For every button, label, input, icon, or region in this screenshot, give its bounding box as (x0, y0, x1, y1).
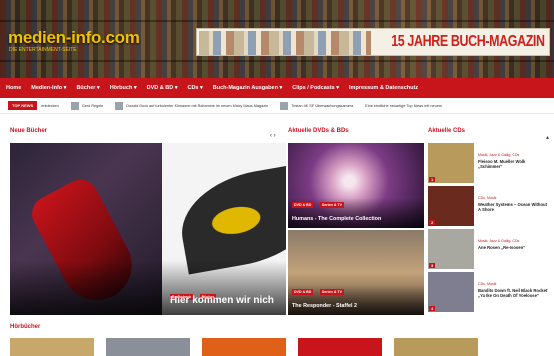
cd-cover[interactable]: 2 (428, 186, 474, 226)
cd-rank: 4 (429, 306, 436, 311)
ticker-thumbnail (70, 101, 79, 110)
section-title-audiobooks[interactable]: Hörbücher (10, 324, 40, 330)
nav-item-impressum[interactable]: Impressum & Datenschutz (349, 85, 418, 91)
dvd-title[interactable]: The Responder - Staffel 2 (292, 303, 357, 309)
shelf-line (0, 60, 554, 62)
cd-title[interactable]: Bandits Down ft. Neil Black Rocket „Ya I… (478, 288, 550, 298)
cd-rank: 2 (429, 220, 436, 225)
site-header: medien-info.com DIE ENTERTAINMENT-SEITE … (0, 0, 554, 78)
cd-info: Musik, Jazz & Gallig, CDs Ane Rosen „Re-I… (478, 229, 525, 272)
section-title-dvds[interactable]: Aktuelle DVDs & BDs (288, 128, 349, 134)
section-title-new-books[interactable]: Neue Bücher (10, 128, 47, 134)
cd-list-item[interactable]: 4 CDs, Musik Bandits Down ft. Neil Black … (428, 272, 550, 315)
shelf-line (0, 20, 554, 22)
cd-title[interactable]: Weather Systems – Ocean Without A Shore (478, 202, 550, 212)
cd-rank: 1 (429, 177, 436, 182)
nav-item-buecher[interactable]: Bücher ▾ (76, 85, 99, 91)
nav-item-hoerbuch[interactable]: Hörbuch ▾ (110, 85, 137, 91)
cd-info: Musik, Jazz & Gallig, CDs Fleisoo M. Muel… (478, 143, 550, 186)
section-title-cds[interactable]: Aktuelle CDs (428, 128, 465, 134)
cd-list-item[interactable]: 1 Musik, Jazz & Gallig, CDs Fleisoo M. Mu… (428, 143, 550, 186)
card-tags: DVD & BD Serien & TV (292, 193, 346, 211)
ticker-item-label: Gerd Regeln (81, 103, 104, 108)
nav-item-clips-podcasts[interactable]: Clips / Podcasts ▾ (292, 85, 339, 91)
cd-title[interactable]: Fleisoo M. Mueller Wolk „Schimmer“ (478, 159, 550, 169)
nav-item-buch-magazin[interactable]: Buch-Magazin Ausgaben ▾ (213, 85, 282, 91)
ticker-trailing-label: entdecken (41, 103, 59, 108)
anniversary-banner[interactable]: 15 JAHRE BUCH-MAGAZIN (196, 28, 550, 56)
cd-meta[interactable]: CDs, Musik (478, 196, 550, 200)
audiobook-cover[interactable] (10, 338, 94, 356)
audiobook-cover[interactable] (394, 338, 478, 356)
dvd-title[interactable]: Humans - The Complete Collection (292, 216, 381, 222)
ticker-item[interactable]: Gerd Regeln (70, 101, 104, 110)
hero-title[interactable]: Hier kommen wir nich (170, 295, 274, 306)
main-navigation: Home Medien-Info ▾ Bücher ▾ Hörbuch ▾ DV… (0, 78, 554, 98)
banner-covers-image (199, 31, 371, 55)
banner-text: 15 JAHRE BUCH-MAGAZIN (391, 33, 546, 50)
category-tag[interactable]: DVD & BD (292, 202, 314, 208)
hero-slide[interactable]: Buchcheck Bücher Hier kommen wir nich (10, 143, 286, 315)
cd-meta[interactable]: CDs, Musik (478, 282, 550, 286)
nav-item-dvd-bd[interactable]: DVD & BD ▾ (147, 85, 178, 91)
hero-overlay (10, 260, 286, 315)
cd-cover[interactable]: 4 (428, 272, 474, 312)
nav-item-home[interactable]: Home (6, 85, 21, 91)
site-tagline: DIE ENTERTAINMENT-SEITE (9, 47, 77, 53)
cd-meta[interactable]: Musik, Jazz & Gallig, CDs (478, 239, 525, 243)
category-tag[interactable]: Serien & TV (319, 202, 344, 208)
audiobook-cover[interactable] (202, 338, 286, 356)
cd-list-item[interactable]: 2 CDs, Musik Weather Systems – Ocean With… (428, 186, 550, 229)
ticker-item[interactable]: Tristan 4K SF Überwachungskamera (280, 101, 354, 110)
cd-rank: 3 (429, 263, 436, 268)
site-logo[interactable]: medien-info.com (8, 28, 140, 48)
nav-item-medien-info[interactable]: Medien-Info ▾ (31, 85, 66, 91)
ticker-thumbnail (115, 101, 124, 110)
slider-arrows[interactable]: ‹ › (270, 133, 276, 139)
cd-cover[interactable]: 1 (428, 143, 474, 183)
audiobook-cover[interactable] (106, 338, 190, 356)
ticker-item-label: Tristan 4K SF Überwachungskamera (291, 103, 354, 108)
news-ticker: TOP NEWS entdecken Gerd Regeln Donald Du… (0, 98, 554, 114)
ticker-item-label: Eine kindliche neuartige Top News mit ne… (365, 103, 442, 108)
cd-info: CDs, Musik Bandits Down ft. Neil Black Ro… (478, 272, 550, 315)
nav-item-cds[interactable]: CDs ▾ (187, 85, 202, 91)
cd-meta[interactable]: Musik, Jazz & Gallig, CDs (478, 153, 550, 157)
audiobook-cover[interactable] (298, 338, 382, 356)
card-tags: DVD & BD Serien & TV (292, 280, 346, 298)
ticker-item[interactable]: Eine kindliche neuartige Top News mit ne… (365, 104, 442, 108)
category-tag[interactable]: Serien & TV (319, 289, 344, 295)
ticker-trailing[interactable]: entdecken (41, 104, 59, 108)
cd-cover[interactable]: 3 (428, 229, 474, 269)
cd-list-item[interactable]: 3 Musik, Jazz & Gallig, CDs Ane Rosen „Re… (428, 229, 550, 272)
chevron-up-icon[interactable]: ▴ (546, 134, 549, 141)
ticker-item-label: Donald Duck auf turbulenter Klimaone mit… (126, 103, 269, 108)
category-tag[interactable]: DVD & BD (292, 289, 314, 295)
top-news-badge: TOP NEWS (8, 101, 38, 110)
dvd-card[interactable]: DVD & BD Serien & TV Humans - The Comple… (288, 143, 424, 228)
cd-title[interactable]: Ane Rosen „Re-Isosen“ (478, 245, 525, 250)
ticker-item[interactable]: Donald Duck auf turbulenter Klimaone mit… (115, 101, 269, 110)
ticker-thumbnail (280, 101, 289, 110)
audiobook-row (10, 338, 478, 356)
dvd-card[interactable]: DVD & BD Serien & TV The Responder - Sta… (288, 230, 424, 315)
cd-info: CDs, Musik Weather Systems – Ocean Withou… (478, 186, 550, 229)
